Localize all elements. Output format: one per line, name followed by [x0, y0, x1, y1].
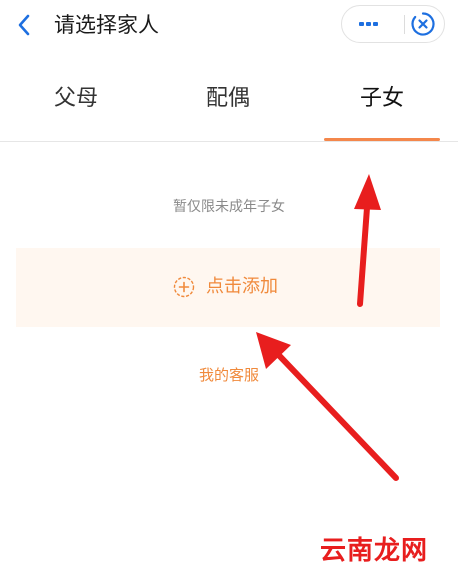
tab-label: 配偶	[205, 86, 250, 111]
more-dot	[373, 22, 378, 26]
close-circle-icon	[411, 12, 435, 36]
chevron-left-icon	[18, 14, 30, 36]
family-tabs: 父母 配偶 子女	[0, 54, 458, 142]
top-navigation-bar: 请选择家人	[0, 0, 458, 54]
tab-label: 父母	[53, 86, 98, 111]
add-label: 点击添加	[206, 276, 278, 297]
more-dots-icon	[359, 22, 364, 26]
tab-parents[interactable]: 父母	[0, 54, 152, 142]
capsule-divider	[404, 15, 405, 34]
tab-label: 子女	[359, 86, 404, 111]
more-dot	[366, 22, 371, 26]
arrow-to-add-button	[256, 332, 399, 481]
more-button[interactable]	[342, 6, 394, 42]
tab-spouse[interactable]: 配偶	[152, 54, 304, 142]
site-watermark: 云南龙网	[320, 536, 429, 566]
tab-children[interactable]: 子女	[306, 54, 458, 142]
children-age-hint: 暂仅限未成年子女	[173, 199, 285, 215]
add-family-button[interactable]: 点击添加	[16, 248, 440, 327]
page-title: 请选择家人	[54, 13, 159, 37]
back-button[interactable]	[10, 10, 40, 40]
close-button[interactable]	[406, 7, 440, 41]
mini-program-capsule	[341, 5, 445, 43]
plus-circle-icon	[173, 276, 195, 298]
tab-divider	[0, 141, 458, 142]
customer-service-link[interactable]: 我的客服	[0, 364, 458, 386]
